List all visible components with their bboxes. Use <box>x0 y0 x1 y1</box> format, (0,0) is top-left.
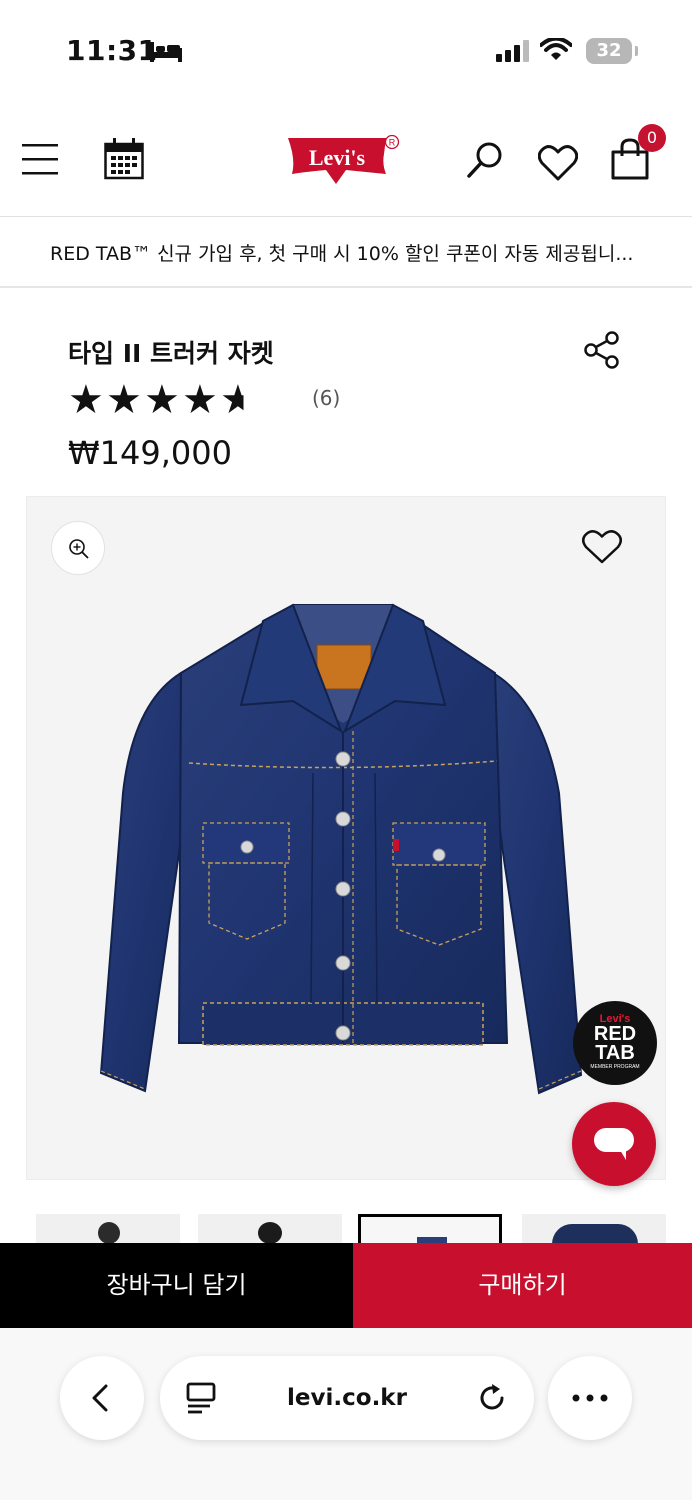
product-title: 타입 II 트러커 자켓 <box>68 339 274 368</box>
star-icon: ★ <box>144 377 180 423</box>
chat-button[interactable] <box>572 1102 656 1186</box>
svg-text:R: R <box>389 138 396 148</box>
thumbnail-4[interactable] <box>522 1214 666 1244</box>
chevron-left-icon <box>92 1384 108 1412</box>
zoom-in-icon <box>69 539 89 559</box>
site-header: Levi's R 0 <box>0 100 692 217</box>
zoom-button[interactable] <box>51 521 105 575</box>
share-icon[interactable] <box>582 330 622 370</box>
reload-icon[interactable] <box>476 1382 508 1414</box>
wishlist-heart-icon[interactable] <box>538 144 578 182</box>
hamburger-menu-icon[interactable] <box>22 142 58 176</box>
star-icon: ★ <box>182 377 218 423</box>
battery-indicator: 32 <box>586 38 638 64</box>
product-price: ₩149,000 <box>68 434 232 472</box>
thumbnail-1[interactable] <box>36 1214 180 1244</box>
star-rating[interactable]: ★ ★ ★ ★ ★ <box>68 380 258 420</box>
review-count[interactable]: (6) <box>312 386 340 410</box>
star-icon: ★ <box>68 377 104 423</box>
buy-now-button[interactable]: 구매하기 <box>353 1243 692 1328</box>
address-bar[interactable]: levi.co.kr <box>160 1356 534 1440</box>
product-jacket-image <box>99 603 583 1095</box>
search-icon[interactable] <box>466 140 506 180</box>
levis-logo[interactable]: Levi's R <box>286 130 404 190</box>
chat-bubble-icon <box>594 1128 634 1160</box>
product-image-gallery[interactable]: Levi's RED TAB MEMBER PROGRAM <box>26 496 666 1180</box>
promo-banner[interactable]: RED TAB™ 신규 가입 후, 첫 구매 시 10% 할인 쿠폰이 자동 제… <box>0 218 692 288</box>
status-time: 11:31 <box>66 34 158 67</box>
calendar-icon[interactable] <box>104 138 144 180</box>
browser-toolbar: levi.co.kr <box>0 1328 692 1500</box>
add-to-cart-button[interactable]: 장바구니 담기 <box>0 1243 353 1328</box>
thumbnail-strip <box>36 1214 692 1244</box>
svg-text:Levi's: Levi's <box>309 145 366 170</box>
back-button[interactable] <box>60 1356 144 1440</box>
wifi-icon <box>540 38 572 60</box>
thumbnail-2[interactable] <box>198 1214 342 1244</box>
cellular-signal-icon <box>496 40 529 62</box>
more-options-button[interactable] <box>548 1356 632 1440</box>
star-half-icon: ★ <box>220 380 258 420</box>
more-dots-icon <box>572 1394 608 1402</box>
cart-count-badge: 0 <box>638 124 666 152</box>
red-tab-badge[interactable]: Levi's RED TAB MEMBER PROGRAM <box>573 1001 657 1085</box>
thumbnail-3-selected[interactable] <box>358 1214 502 1244</box>
wishlist-heart-icon[interactable] <box>582 529 622 565</box>
star-icon: ★ <box>106 377 142 423</box>
status-bar: 11:31 32 <box>0 0 692 100</box>
sleep-bed-icon <box>150 42 182 62</box>
